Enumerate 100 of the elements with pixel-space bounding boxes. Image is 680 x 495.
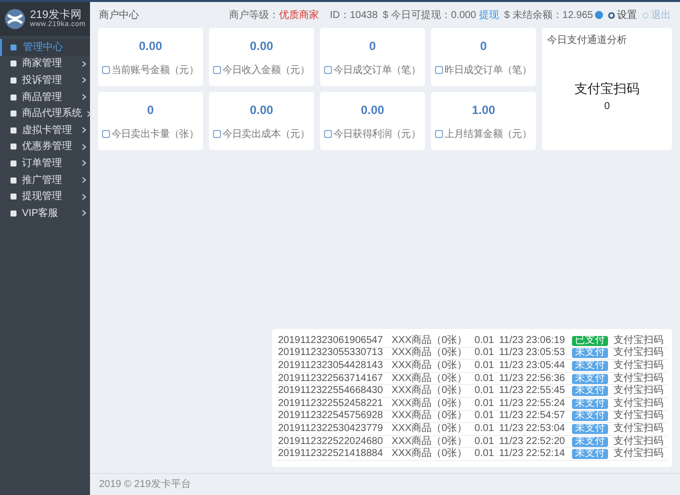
order-time: 11/23 22:52:14: [498, 448, 565, 460]
stat-icon: [213, 66, 222, 74]
stat-value: 0.00: [138, 38, 162, 54]
order-time: 11/23 22:55:24: [498, 398, 565, 409]
order-amount: 0.01: [474, 448, 494, 460]
product-name: XXX商品（0张）: [392, 436, 468, 447]
menu-item-icon: [10, 176, 17, 184]
product-name: XXX商品（0张）: [392, 410, 468, 422]
logo-icon: [4, 8, 26, 30]
order-amount: 0.01: [474, 410, 494, 422]
payment-channel: 支付宝扫码: [614, 334, 664, 346]
stat-label: 当前账号金额（元）: [111, 64, 199, 78]
order-number: 2019112323061906547: [278, 334, 383, 346]
stat-value: 0: [147, 102, 154, 118]
menu-item-icon: [10, 210, 17, 217]
sidebar-item[interactable]: 虚拟卡管理: [0, 122, 90, 139]
stat-icon: [102, 66, 110, 74]
order-time: 11/23 23:05:53: [498, 347, 565, 358]
payment-channel: 支付宝扫码: [614, 410, 664, 422]
payment-channel: 支付宝扫码: [614, 372, 664, 384]
order-time: 11/23 23:05:44: [498, 360, 565, 372]
stat-label: 今日收入金额（元）: [222, 64, 310, 78]
payment-channel: 支付宝扫码: [614, 448, 664, 460]
order-number: 2019112323054428143: [278, 360, 383, 372]
product-name: XXX商品（0张）: [392, 448, 468, 460]
sidebar-item[interactable]: 投诉管理: [0, 72, 90, 89]
gear-icon: [608, 12, 615, 18]
sidebar-item[interactable]: 订单管理: [0, 155, 90, 172]
menu-item-icon: [10, 76, 17, 84]
order-amount: 0.01: [474, 423, 494, 434]
order-time: 11/23 22:52:20: [498, 436, 565, 447]
order-amount: 0.01: [474, 385, 494, 396]
order-time: 11/23 23:06:19: [498, 334, 565, 346]
menu-item-icon: [10, 193, 17, 200]
stat-value: 0.00: [360, 102, 384, 118]
stat-value: 0.00: [250, 38, 274, 54]
order-number: 2019112322554668430: [278, 385, 383, 396]
payment-channel: 支付宝扫码: [614, 436, 664, 447]
order-number: 2019112322563714167: [278, 372, 383, 384]
order-number: 2019112323055330713: [278, 347, 383, 358]
order-number: 2019112322530423779: [278, 423, 383, 434]
stat-label: 上月结算金额（元）: [444, 128, 532, 142]
menu-item-icon: [10, 110, 17, 118]
sidebar-item[interactable]: 商品代理系统: [0, 105, 90, 122]
payment-channel: 支付宝扫码: [614, 360, 664, 372]
info-icon: [595, 11, 603, 19]
stat-label: 今日获得利润（元）: [333, 128, 421, 142]
status-badge: 未支付: [572, 411, 608, 422]
product-name: XXX商品（0张）: [392, 360, 468, 372]
product-name: XXX商品（0张）: [392, 347, 468, 358]
sidebar-item[interactable]: 优惠券管理: [0, 138, 90, 156]
order-amount: 0.01: [474, 372, 494, 384]
stat-label: 今日卖出成本（元）: [222, 128, 310, 142]
stat-value: 0.00: [250, 102, 274, 118]
sidebar-item[interactable]: 管理中心: [0, 39, 90, 56]
level-label: 商户等级：: [228, 8, 279, 22]
order-amount: 0.01: [474, 436, 494, 447]
order-number: 2019112322552458221: [278, 398, 383, 409]
product-name: XXX商品（0张）: [392, 423, 468, 434]
menu-item-icon: [10, 60, 17, 68]
menu-item-icon: [10, 160, 17, 167]
sidebar-item[interactable]: 商家管理: [0, 56, 90, 72]
sidebar-item[interactable]: VIP客服: [0, 204, 90, 222]
product-name: XXX商品（0张）: [392, 334, 468, 346]
order-amount: 0.01: [474, 334, 494, 346]
order-time: 11/23 22:53:04: [498, 423, 565, 434]
settings-link[interactable]: 设置: [608, 8, 637, 22]
order-time: 11/23 22:55:45: [498, 385, 565, 396]
stat-icon: [324, 66, 332, 74]
order-time: 11/23 22:56:36: [498, 372, 565, 384]
status-badge: 未支付: [572, 348, 608, 358]
stat-value: 0: [369, 38, 376, 54]
product-name: XXX商品（0张）: [392, 372, 468, 384]
stat-label: 昨日成交订单（笔）: [444, 64, 532, 78]
page-title: 商户中心: [99, 8, 139, 22]
payment-channel: 支付宝扫码: [614, 423, 664, 434]
stat-icon: [324, 130, 332, 138]
product-name: XXX商品（0张）: [392, 385, 468, 396]
stat-label: 今日成交订单（笔）: [333, 64, 421, 78]
menu-item-icon: [10, 94, 17, 101]
menu-item-icon: [10, 143, 17, 150]
stat-icon: [102, 130, 110, 138]
order-number: 2019112322522024680: [278, 436, 383, 447]
sidebar-item[interactable]: 商品管理: [0, 88, 90, 106]
order-amount: 0.01: [474, 398, 494, 409]
stat-value: 1.00: [472, 102, 496, 118]
payment-channel: 支付宝扫码: [614, 398, 664, 409]
order-amount: 0.01: [474, 347, 494, 358]
menu-item-icon: [10, 126, 17, 134]
order-number: 2019112322521418884: [278, 448, 383, 460]
order-number: 2019112322545756928: [278, 410, 383, 422]
sidebar-item[interactable]: 推广管理: [0, 172, 90, 188]
stat-value: 0: [480, 38, 487, 54]
sidebar-item[interactable]: 提现管理: [0, 188, 90, 205]
stat-icon: [435, 130, 444, 138]
product-name: XXX商品（0张）: [392, 398, 468, 409]
footer-text: 2019 © 219发卡平台: [99, 478, 191, 492]
stat-label: 今日卖出卡量（张）: [111, 128, 199, 142]
level-value: 优质商家: [278, 8, 319, 22]
order-time: 11/23 22:54:57: [498, 410, 565, 422]
